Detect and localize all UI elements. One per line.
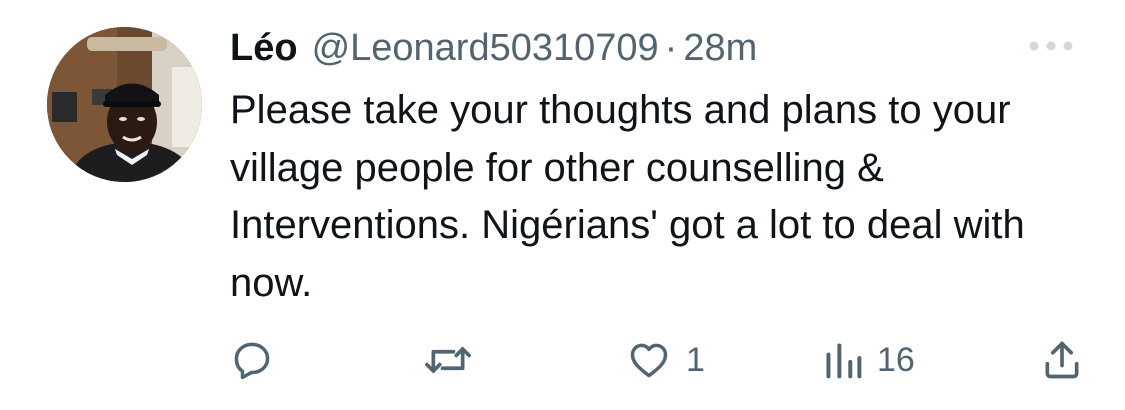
tweet-header: Léo @Leonard50310709 · 28m — [230, 24, 757, 72]
like-button[interactable]: 1 — [626, 330, 705, 390]
views-icon — [826, 343, 862, 379]
more-options-button[interactable] — [1028, 38, 1074, 54]
tweet[interactable]: Léo @Leonard50310709 · 28m Please take y… — [0, 0, 1125, 410]
retweet-icon — [425, 347, 471, 373]
more-dots-icon — [1029, 41, 1073, 51]
tweet-actions: 1 16 — [0, 330, 1125, 390]
views-count: 16 — [877, 340, 915, 379]
reply-icon — [234, 342, 270, 380]
avatar-photo — [47, 27, 202, 182]
share-button[interactable] — [1040, 330, 1084, 390]
heart-icon — [630, 343, 668, 378]
share-icon — [1045, 341, 1079, 379]
avatar[interactable] — [47, 27, 202, 182]
separator-dot: · — [664, 26, 678, 69]
views-button[interactable]: 16 — [823, 330, 915, 390]
author-display-name[interactable]: Léo — [230, 27, 298, 70]
like-count: 1 — [686, 340, 705, 379]
tweet-timestamp[interactable]: 28m — [683, 27, 757, 70]
reply-button[interactable] — [230, 330, 274, 390]
tweet-text: Please take your thoughts and plans to y… — [230, 88, 1025, 305]
retweet-button[interactable] — [424, 330, 472, 390]
author-handle[interactable]: @Leonard50310709 — [312, 27, 659, 70]
